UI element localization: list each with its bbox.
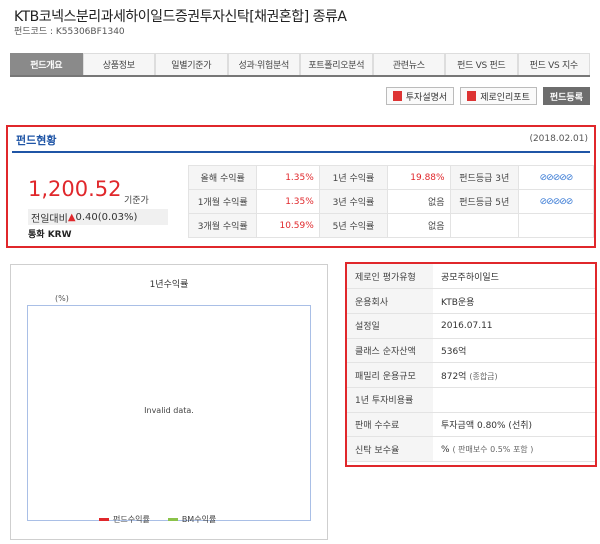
info-value-sub: ( 판매보수 0.5% 포함 ): [452, 444, 534, 454]
info-value-sub: (종합금): [469, 371, 498, 381]
m1-label: 1개월 수익률: [187, 189, 258, 214]
grade5-icons: ⊘⊘⊘⊘⊘: [517, 189, 595, 214]
tab-news[interactable]: 관련뉴스: [372, 53, 445, 75]
info-value: [433, 387, 595, 413]
currency: 통화 KRW: [28, 230, 72, 240]
m3-value: 10.59%: [256, 213, 320, 238]
change-label: 전일대비: [31, 213, 68, 225]
y5-label: 5년 수익률: [318, 213, 389, 238]
info-label: 설정일: [347, 313, 433, 339]
divider: [12, 151, 590, 153]
action-buttons: 투자설명서 제로인리포트 펀드등록: [385, 87, 590, 105]
chart-message: Invalid data.: [144, 406, 194, 415]
fund-title: KTB코넥스분리과세하이일드증권투자신탁[채권혼합] 종류A: [14, 9, 347, 25]
info-label: 패밀리 운용규모: [347, 362, 433, 388]
up-arrow-icon: ▲: [67, 211, 76, 223]
info-value-main: 872억: [441, 371, 467, 382]
table-row: 클래스 순자산액 536억: [347, 338, 595, 364]
register-fund-button[interactable]: 펀드등록: [542, 87, 590, 105]
chart-plot-area: Invalid data.: [27, 305, 311, 521]
legend-fund-label: 펀드수익률: [113, 515, 150, 524]
table-row: 1개월 수익률 1.35% 3년 수익률 없음 펀드등급 5년 ⊘⊘⊘⊘⊘: [187, 189, 595, 214]
pdf-icon: [392, 91, 402, 101]
prospectus-button[interactable]: 투자설명서: [385, 87, 455, 105]
pdf-icon: [467, 91, 477, 101]
fund-status-panel: 펀드현황 (2018.02.01) 1,200.52 기준가 전일대비 ▲ 0.…: [6, 125, 596, 248]
change-vs-prev: 전일대비 ▲ 0.40(0.03%): [28, 209, 168, 225]
chart-legend: 펀드수익률 BM수익률: [99, 514, 216, 525]
info-label: 클래스 순자산액: [347, 338, 433, 364]
legend-bm-label: BM수익률: [181, 515, 217, 524]
ytd-label: 올해 수익률: [187, 165, 258, 190]
y5-value: 없음: [387, 213, 451, 238]
table-row: 운용회사 KTB운용: [347, 288, 595, 314]
tab-fund-vs-fund[interactable]: 펀드 VS 펀드: [445, 53, 518, 75]
info-value-main: %: [441, 444, 450, 455]
info-value: 투자금액 0.80% (선취): [433, 412, 595, 438]
returns-table: 올해 수익률 1.35% 1년 수익률 19.88% 펀드등급 3년 ⊘⊘⊘⊘⊘…: [187, 165, 595, 238]
info-label: 신탁 보수율: [347, 436, 433, 462]
chart-title: 1년수익률: [149, 280, 189, 290]
table-row: 제로인 평가유형 공모주하이일드: [347, 264, 595, 290]
status-date: (2018.02.01): [529, 134, 588, 144]
info-value: % ( 판매보수 0.5% 포함 ): [433, 436, 595, 462]
tab-bar: 펀드개요 상품정보 일별기준가 성과·위험분석 포트폴리오분석 관련뉴스 펀드 …: [10, 53, 590, 77]
tab-performance-risk[interactable]: 성과·위험분석: [227, 53, 300, 75]
table-row: 1년 투자비용률: [347, 387, 595, 413]
grade3-label: 펀드등급 3년: [449, 165, 519, 190]
status-title: 펀드현황: [16, 134, 57, 147]
nav-price: 1,200.52: [28, 177, 122, 201]
ytd-value: 1.35%: [256, 165, 320, 190]
zeroin-report-label: 제로인리포트: [480, 92, 530, 103]
legend-fund: 펀드수익률: [99, 514, 150, 525]
tab-fund-overview[interactable]: 펀드개요: [10, 53, 83, 75]
info-label: 제로인 평가유형: [347, 264, 433, 290]
empty-cell: [517, 213, 595, 238]
tab-fund-vs-index[interactable]: 펀드 VS 지수: [517, 53, 590, 75]
info-label: 판매 수수료: [347, 412, 433, 438]
info-label: 1년 투자비용률: [347, 387, 433, 413]
table-row: 올해 수익률 1.35% 1년 수익률 19.88% 펀드등급 3년 ⊘⊘⊘⊘⊘: [187, 165, 595, 190]
info-label: 운용회사: [347, 288, 433, 314]
zeroin-report-button[interactable]: 제로인리포트: [460, 87, 537, 105]
grade3-icons: ⊘⊘⊘⊘⊘: [517, 165, 595, 190]
m1-value: 1.35%: [256, 189, 320, 214]
chart-unit: (%): [55, 294, 69, 303]
nav-price-label: 기준가: [124, 196, 149, 206]
table-row: 판매 수수료 투자금액 0.80% (선취): [347, 412, 595, 438]
info-value: 536억: [433, 338, 595, 364]
legend-bm: BM수익률: [167, 514, 217, 525]
fund-code: 펀드코드 : K55306BF1340: [14, 27, 125, 37]
table-row: 패밀리 운용규모 872억 (종합금): [347, 362, 595, 388]
m3-label: 3개월 수익률: [187, 213, 258, 238]
info-value: 2016.07.11: [433, 313, 595, 339]
prospectus-label: 투자설명서: [405, 92, 448, 103]
tab-portfolio[interactable]: 포트폴리오분석: [300, 53, 373, 75]
empty-cell: [449, 213, 519, 238]
info-value: KTB운용: [433, 288, 595, 314]
legend-swatch: [99, 518, 109, 521]
y1-label: 1년 수익률: [318, 165, 389, 190]
table-row: 설정일 2016.07.11: [347, 313, 595, 339]
y1-value: 19.88%: [387, 165, 451, 190]
info-value: 872억 (종합금): [433, 362, 595, 388]
fund-info-panel: 제로인 평가유형 공모주하이일드 운용회사 KTB운용 설정일 2016.07.11 …: [345, 262, 597, 467]
change-value: 0.40(0.03%): [75, 211, 138, 223]
table-row: 신탁 보수율% ( 판매보수 0.5% 포함 ): [347, 436, 595, 462]
y3-label: 3년 수익률: [318, 189, 389, 214]
tab-product-info[interactable]: 상품정보: [82, 53, 155, 75]
tab-daily-nav[interactable]: 일별기준가: [155, 53, 228, 75]
return-chart-panel: 1년수익률 (%) Invalid data. 펀드수익률 BM수익률: [10, 264, 328, 540]
legend-swatch: [167, 518, 178, 521]
fund-info-table: 제로인 평가유형 공모주하이일드 운용회사 KTB운용 설정일 2016.07.11 …: [347, 264, 595, 462]
info-value: 공모주하이일드: [433, 264, 595, 290]
y3-value: 없음: [387, 189, 451, 214]
grade5-label: 펀드등급 5년: [449, 189, 519, 214]
table-row: 3개월 수익률 10.59% 5년 수익률 없음: [187, 213, 595, 238]
